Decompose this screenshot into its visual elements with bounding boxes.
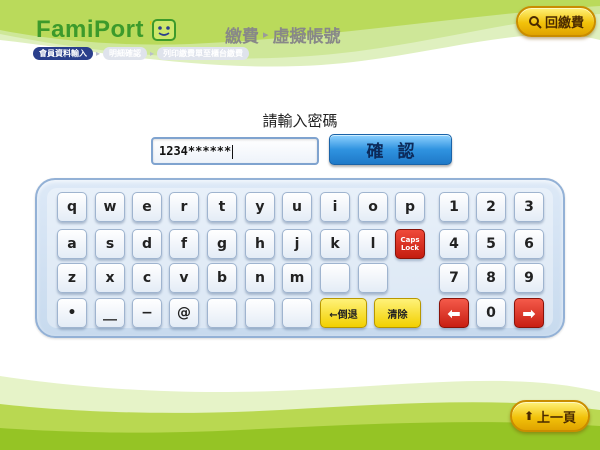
key-d[interactable]: d: [132, 229, 162, 259]
key-h[interactable]: h: [245, 229, 275, 259]
numpad-key-1[interactable]: 1: [439, 192, 469, 222]
numpad-key-6[interactable]: 6: [514, 229, 544, 259]
smiley-face-icon: ★: [150, 18, 177, 41]
password-prompt: 請輸入密碼: [262, 112, 338, 130]
title-separator: ▸: [263, 28, 269, 41]
key-t[interactable]: t: [207, 192, 237, 222]
key-x[interactable]: x: [95, 263, 125, 293]
numpad-key-7[interactable]: 7: [439, 263, 469, 293]
numpad-key-5[interactable]: 5: [476, 229, 506, 259]
left-arrow-key[interactable]: ⬅: [439, 298, 469, 328]
numpad-key-0[interactable]: 0: [476, 298, 506, 328]
famiport-logo: FamiPort ★: [36, 16, 178, 44]
key-blank[interactable]: [282, 298, 312, 328]
numpad-key-9[interactable]: 9: [514, 263, 544, 293]
key-m[interactable]: m: [282, 263, 312, 293]
key-l[interactable]: l: [358, 229, 388, 259]
key-blank[interactable]: [245, 298, 275, 328]
key-b[interactable]: b: [207, 263, 237, 293]
password-input[interactable]: 1234******: [151, 137, 319, 165]
key-blank[interactable]: [320, 263, 350, 293]
back-button-label: 回繳費: [544, 16, 584, 31]
key-symbol[interactable]: __: [95, 298, 125, 328]
up-arrow-icon: ⬆: [523, 409, 535, 423]
previous-page-button[interactable]: ⬆ 上一頁: [510, 400, 590, 432]
right-arrow-key[interactable]: ➡: [514, 298, 544, 328]
title-category: 繳費: [225, 27, 259, 47]
numpad-key-4[interactable]: 4: [439, 229, 469, 259]
key-s[interactable]: s: [95, 229, 125, 259]
key-o[interactable]: o: [358, 192, 388, 222]
key-i[interactable]: i: [320, 192, 350, 222]
logo-text: FamiPort: [36, 16, 145, 43]
key-g[interactable]: g: [207, 229, 237, 259]
step-1: 會員資料輸入: [33, 47, 93, 60]
svg-text:★: ★: [150, 18, 153, 27]
step-arrow: ▸: [96, 49, 101, 58]
confirm-button[interactable]: 確認: [329, 134, 452, 165]
key-y[interactable]: y: [245, 192, 275, 222]
numpad-key-8[interactable]: 8: [476, 263, 506, 293]
key-p[interactable]: p: [395, 192, 425, 222]
back-to-payment-button[interactable]: 回繳費: [516, 6, 596, 37]
key-j[interactable]: j: [282, 229, 312, 259]
caps-lock-key[interactable]: Caps Lock: [395, 229, 425, 259]
backspace-key[interactable]: ←倒退: [320, 298, 367, 328]
title-page: 虛擬帳號: [272, 27, 341, 47]
key-c[interactable]: c: [132, 263, 162, 293]
key-r[interactable]: r: [169, 192, 199, 222]
clear-key[interactable]: 清除: [374, 298, 421, 328]
key-f[interactable]: f: [169, 229, 199, 259]
key-blank[interactable]: [207, 298, 237, 328]
key-k[interactable]: k: [320, 229, 350, 259]
key-symbol[interactable]: −: [132, 298, 162, 328]
step-arrow: ▸: [150, 49, 155, 58]
key-z[interactable]: z: [57, 263, 87, 293]
step-3: 列印繳費單至櫃台繳費: [157, 47, 250, 60]
key-v[interactable]: v: [169, 263, 199, 293]
key-n[interactable]: n: [245, 263, 275, 293]
numpad-key-2[interactable]: 2: [476, 192, 506, 222]
step-indicator: 會員資料輸入 ▸ 明細確認 ▸ 列印繳費單至櫃台繳費: [33, 47, 250, 60]
previous-page-label: 上一頁: [537, 410, 577, 426]
key-u[interactable]: u: [282, 192, 312, 222]
step-2: 明細確認: [103, 47, 148, 60]
key-a[interactable]: a: [57, 229, 87, 259]
key-symbol[interactable]: •: [57, 298, 87, 328]
key-w[interactable]: w: [95, 192, 125, 222]
search-icon: [528, 15, 542, 29]
key-blank[interactable]: [358, 263, 388, 293]
key-e[interactable]: e: [132, 192, 162, 222]
numpad-key-3[interactable]: 3: [514, 192, 544, 222]
page-title: 繳費 ▸ 虛擬帳號: [225, 22, 341, 47]
key-q[interactable]: q: [57, 192, 87, 222]
key-symbol[interactable]: @: [169, 298, 199, 328]
